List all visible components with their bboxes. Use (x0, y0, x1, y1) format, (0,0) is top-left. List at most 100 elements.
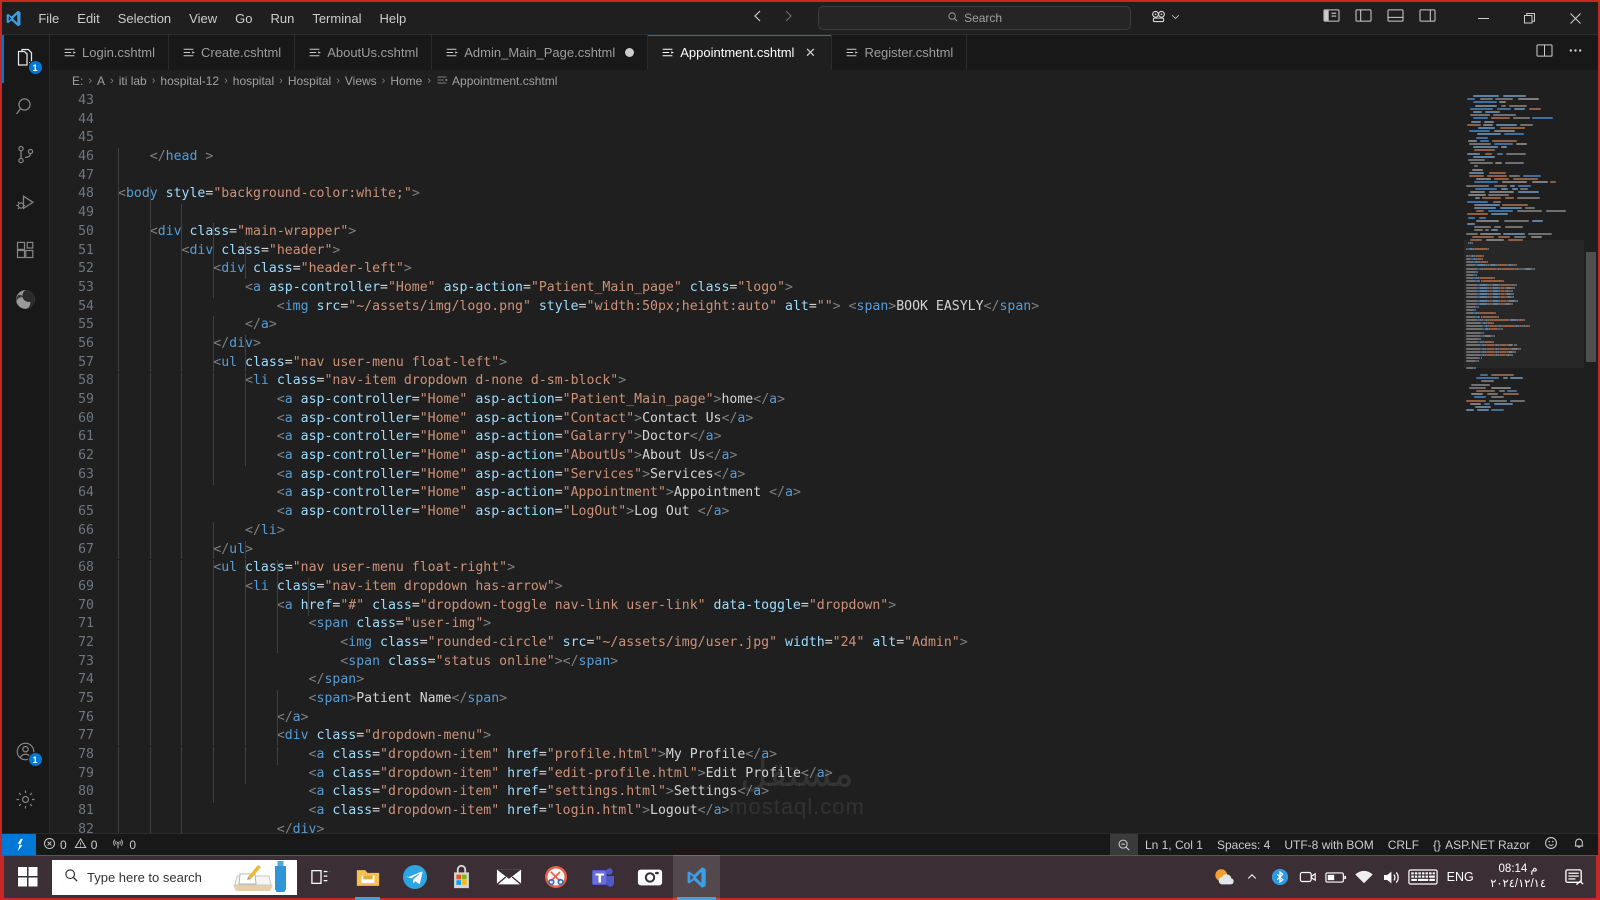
code-editor[interactable]: 43 44 45 46 47 48 49 50 51 52 53 54 55 56 57 58 59 60 61 62… (50, 92, 1598, 833)
keyboard-icon[interactable] (1406, 855, 1440, 900)
sidebar-item-accounts[interactable]: 1 (2, 727, 50, 775)
minimize-icon[interactable] (1460, 2, 1506, 35)
action-center-icon[interactable] (1556, 855, 1592, 900)
code-line[interactable]: <a asp-controller="Home" asp-action="Ser… (118, 466, 1464, 485)
breadcrumb-item-5[interactable]: Hospital (288, 74, 331, 88)
scrollbar-thumb[interactable] (1586, 252, 1596, 362)
code-line[interactable]: <a asp-controller="Home" asp-action="Log… (118, 503, 1464, 522)
code-line[interactable]: <a asp-controller="Home" asp-action="Pat… (118, 391, 1464, 410)
tab-appointment-cshtml[interactable]: Appointment.cshtml ✕ (648, 35, 833, 70)
code-line[interactable]: <a class="dropdown-item" href="login.htm… (118, 802, 1464, 821)
code-line[interactable]: <div class="header-left"> (118, 260, 1464, 279)
code-line[interactable]: </span> (118, 671, 1464, 690)
mail-icon[interactable] (485, 855, 532, 900)
status-feedback[interactable] (1537, 834, 1565, 856)
code-line[interactable]: <a class="dropdown-item" href="settings.… (118, 783, 1464, 802)
restore-icon[interactable] (1506, 2, 1552, 35)
input-language[interactable]: ENG (1440, 855, 1480, 900)
code-line[interactable]: </a> (118, 316, 1464, 335)
tab-admin-main-page-cshtml[interactable]: Admin_Main_Page.cshtml (432, 35, 649, 70)
menu-run[interactable]: Run (261, 7, 303, 30)
code-line[interactable]: <a href="#" class="dropdown-toggle nav-l… (118, 597, 1464, 616)
status-eol[interactable]: CRLF (1381, 834, 1426, 856)
code-line[interactable]: <a asp-controller="Home" asp-action="Con… (118, 410, 1464, 429)
code-lines[interactable]: </head > <body style="background-color:w… (114, 92, 1464, 833)
menu-view[interactable]: View (180, 7, 226, 30)
sidebar-item-explorer[interactable]: 1 (1, 35, 50, 83)
status-language-mode[interactable]: {} ASP.NET Razor (1426, 834, 1537, 856)
menu-go[interactable]: Go (226, 7, 261, 30)
code-line[interactable]: <img src="~/assets/img/logo.png" style="… (118, 298, 1464, 317)
store-icon[interactable] (438, 855, 485, 900)
code-line[interactable]: <img class="rounded-circle" src="~/asset… (118, 634, 1464, 653)
code-line[interactable] (118, 167, 1464, 186)
toggle-primary-sidebar-icon[interactable] (1323, 8, 1340, 28)
sidebar-item-manage[interactable] (2, 775, 50, 823)
code-line[interactable]: <ul class="nav user-menu float-left"> (118, 354, 1464, 373)
vertical-scrollbar[interactable] (1584, 92, 1598, 833)
breadcrumb-item-2[interactable]: iti lab (119, 74, 147, 88)
split-editor-icon[interactable] (1536, 43, 1553, 63)
code-line[interactable]: </div> (118, 335, 1464, 354)
status-problems[interactable]: 0 0 (36, 834, 104, 856)
code-line[interactable] (118, 204, 1464, 223)
code-line[interactable]: <a class="dropdown-item" href="edit-prof… (118, 765, 1464, 784)
folder-icon[interactable] (344, 855, 391, 900)
code-line[interactable]: </a> (118, 709, 1464, 728)
chevron-up-icon[interactable] (1238, 855, 1266, 900)
breadcrumb-item-7[interactable]: Home (390, 74, 422, 88)
menu-file[interactable]: File (29, 7, 68, 30)
menu-edit[interactable]: Edit (68, 7, 108, 30)
code-line[interactable]: <body style="background-color:white;"> (118, 185, 1464, 204)
code-line[interactable]: <span>Patient Name</span> (118, 690, 1464, 709)
toggle-panel-icon[interactable] (1387, 8, 1404, 28)
status-notifications[interactable] (1565, 834, 1598, 856)
breadcrumb-item-1[interactable]: A (97, 74, 105, 88)
close-icon[interactable] (1552, 2, 1598, 35)
ellipsis-icon[interactable] (1567, 43, 1584, 63)
menu-selection[interactable]: Selection (109, 7, 180, 30)
code-line[interactable]: <span class="status online"></span> (118, 653, 1464, 672)
menu-terminal[interactable]: Terminal (303, 7, 370, 30)
camera-tray-icon[interactable] (1294, 855, 1322, 900)
battery-icon[interactable] (1322, 855, 1350, 900)
breadcrumb-item-file[interactable]: Appointment.cshtml (436, 74, 557, 89)
status-ports[interactable]: 0 (104, 834, 143, 856)
unsaved-indicator-icon[interactable] (625, 48, 635, 57)
code-line[interactable]: </div> (118, 821, 1464, 833)
code-line[interactable]: <li class="nav-item dropdown has-arrow"> (118, 578, 1464, 597)
status-screencast[interactable] (1109, 833, 1138, 856)
code-line[interactable]: <a asp-controller="Home" asp-action="Pat… (118, 279, 1464, 298)
tab-login-cshtml[interactable]: Login.cshtml (50, 35, 169, 70)
code-line[interactable]: <div class="header"> (118, 242, 1464, 261)
status-cursor-position[interactable]: Ln 1, Col 1 (1138, 834, 1210, 856)
sidebar-item-extensions[interactable] (2, 227, 50, 275)
breadcrumb-item-3[interactable]: hospital-12 (160, 74, 219, 88)
tab-register-cshtml[interactable]: Register.cshtml (832, 35, 968, 70)
telegram-icon[interactable] (391, 855, 438, 900)
code-line[interactable]: </li> (118, 522, 1464, 541)
code-line[interactable]: </ul> (118, 541, 1464, 560)
teams-icon[interactable] (579, 855, 626, 900)
code-line[interactable]: <span class="user-img"> (118, 615, 1464, 634)
sidebar-item-search[interactable] (2, 83, 50, 131)
command-center-search[interactable]: Search (818, 6, 1131, 30)
code-line[interactable]: <ul class="nav user-menu float-right"> (118, 559, 1464, 578)
tab-create-cshtml[interactable]: Create.cshtml (168, 35, 296, 70)
status-remote-indicator[interactable] (2, 833, 36, 856)
remote-window-indicator[interactable] (1150, 9, 1181, 28)
code-line[interactable]: <a asp-controller="Home" asp-action="Gal… (118, 428, 1464, 447)
arrow-right-icon[interactable] (780, 8, 796, 28)
status-encoding[interactable]: UTF-8 with BOM (1277, 834, 1380, 856)
wifi-icon[interactable] (1350, 855, 1378, 900)
toggle-secondary-sidebar-icon[interactable] (1355, 8, 1372, 28)
close-icon[interactable]: ✕ (802, 45, 818, 61)
vscode-icon[interactable] (673, 854, 720, 900)
menu-help[interactable]: Help (370, 7, 415, 30)
taskbar-search-input[interactable]: Type here to search (52, 859, 297, 895)
speaker-icon[interactable] (1378, 855, 1406, 900)
customize-layout-icon[interactable] (1419, 8, 1436, 28)
breadcrumb-item-0[interactable]: E: (72, 74, 83, 88)
minimap[interactable] (1464, 92, 1584, 833)
code-line[interactable]: <li class="nav-item dropdown d-none d-sm… (118, 372, 1464, 391)
